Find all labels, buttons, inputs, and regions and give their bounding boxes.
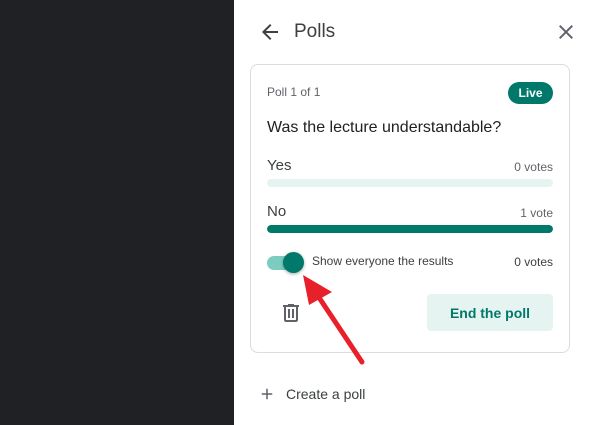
result-bar-no [267, 225, 553, 233]
polls-header: Polls [234, 0, 595, 64]
option-label-yes: Yes [267, 157, 292, 174]
poll-card: Poll 1 of 1 Live Was the lecture underst… [250, 64, 570, 353]
plus-icon [261, 388, 273, 400]
option-votes-no: 1 vote [520, 206, 553, 220]
close-icon[interactable] [554, 20, 578, 44]
poll-question: Was the lecture understandable? [267, 119, 502, 136]
result-bar-yes [267, 179, 553, 187]
total-votes: 0 votes [514, 255, 553, 269]
option-label-no: No [267, 203, 287, 220]
meeting-video-area [0, 0, 234, 425]
poll-count: Poll 1 of 1 [267, 85, 321, 99]
option-votes-yes: 0 votes [514, 160, 553, 174]
create-poll-button[interactable]: Create a poll [258, 380, 365, 408]
toggle-knob [283, 252, 304, 273]
show-results-label: Show everyone the results [312, 254, 454, 268]
show-results-toggle[interactable] [267, 251, 305, 273]
result-bar-fill-no [267, 225, 553, 233]
trash-icon[interactable] [279, 301, 303, 325]
panel-title: Polls [294, 21, 336, 42]
create-poll-label: Create a poll [286, 386, 366, 402]
polls-panel: Polls Poll 1 of 1 Live Was the lecture u… [234, 0, 595, 425]
live-status-badge: Live [508, 82, 553, 104]
arrow-back-icon[interactable] [258, 20, 282, 44]
end-poll-button[interactable]: End the poll [427, 294, 553, 331]
